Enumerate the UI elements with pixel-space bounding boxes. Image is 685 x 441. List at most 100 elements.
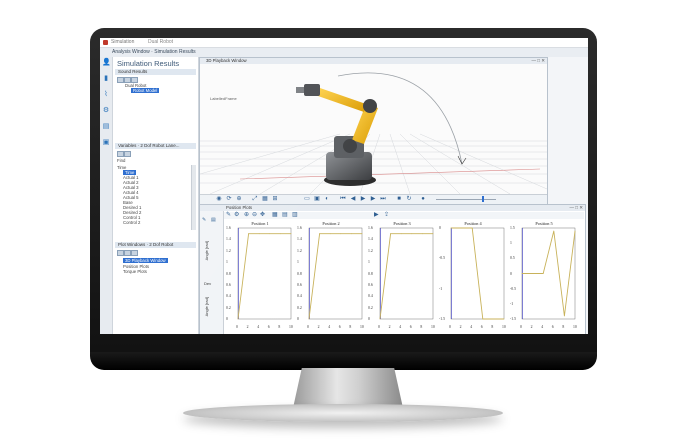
- x-tick-label: 6: [409, 325, 412, 329]
- variables-scrollbar[interactable]: [191, 165, 196, 230]
- loop-icon[interactable]: ↻: [406, 196, 412, 202]
- plot-frame: [379, 227, 434, 320]
- play-icon[interactable]: ▶: [374, 212, 379, 219]
- x-tick-label: 2: [246, 325, 249, 329]
- layers-icon[interactable]: ▤: [102, 123, 110, 130]
- export-icon[interactable]: ⇪: [384, 212, 389, 219]
- file-icon[interactable]: ▮: [102, 75, 110, 82]
- data-point: [493, 318, 494, 320]
- rotate-icon[interactable]: ⟳: [226, 196, 232, 202]
- plot-settings-icon[interactable]: [124, 250, 131, 256]
- section-sound-results[interactable]: Sound Results: [115, 69, 196, 75]
- zoom-icon[interactable]: ⊕: [236, 196, 242, 202]
- pan-icon[interactable]: ✥: [260, 212, 265, 219]
- subplot-canvas: [379, 227, 434, 320]
- data-point: [258, 233, 260, 235]
- data-point: [422, 233, 423, 235]
- person-icon[interactable]: 👤: [102, 59, 111, 66]
- data-point: [461, 227, 462, 229]
- y-tick-label: 1.6: [368, 226, 373, 230]
- grid-icon[interactable]: ▦: [272, 212, 278, 219]
- 3d-playback-window[interactable]: 3D Playback Window — □ ✕ LabelledFrame ◉…: [199, 57, 548, 205]
- subplot-4[interactable]: Position 4 0 -0.5 -1 -1.5 0 2 4 6 8 10: [439, 221, 507, 333]
- data-point: [503, 318, 505, 320]
- subplot-2[interactable]: Position 2 0 0.2 0.4 0.6 0.8 1 1.2 1.4 1.6 0 2 4 6 8 10: [297, 221, 365, 333]
- subplot-3[interactable]: Position 3 0 0.2 0.4 0.6 0.8 1 1.2 1.4 1.6 0 2 4 6 8 10: [368, 221, 436, 333]
- fit-icon[interactable]: ⤢: [252, 196, 258, 202]
- zoom-out-icon[interactable]: ⊖: [252, 212, 257, 219]
- x-tick-label: 0: [520, 325, 522, 329]
- x-tick-label: 10: [360, 325, 364, 329]
- window-icon[interactable]: ▣: [102, 139, 110, 146]
- data-point: [237, 318, 239, 320]
- step-forward-icon[interactable]: ▶: [370, 196, 376, 202]
- y-tick-label: 0.8: [226, 271, 231, 276]
- legend-icon[interactable]: ▤: [282, 212, 288, 219]
- skip-back-icon[interactable]: ⏮: [340, 196, 346, 202]
- subplot-1[interactable]: Position 1 0 0.2 0.4 0.6 0.8 1 1.2 1.4 1.6 0 2 4 6 8 10: [226, 221, 294, 333]
- step-back-icon[interactable]: ◀: [350, 196, 356, 202]
- position-plots-window[interactable]: Position Plots — □ ✕ ✎ ▤ Angle [rad] Dev…: [199, 204, 586, 334]
- open-icon[interactable]: [117, 77, 124, 83]
- floor-grid: [200, 133, 547, 194]
- plot-frame: [237, 227, 292, 320]
- y-tick-label: -0.5: [439, 256, 446, 261]
- plot-window-controls[interactable]: — □ ✕: [570, 205, 584, 211]
- camera-icon[interactable]: ◉: [216, 196, 222, 202]
- skip-forward-icon[interactable]: ⏭: [380, 196, 386, 202]
- plot-window-item[interactable]: 3D Playback Window: [123, 258, 168, 263]
- graph-icon[interactable]: ⌇: [102, 91, 110, 98]
- zoom-in-icon[interactable]: ⊕: [244, 212, 249, 219]
- x-tick-label: 4: [541, 325, 544, 329]
- chart-icon[interactable]: ▤: [211, 217, 216, 223]
- 3d-scene[interactable]: [200, 64, 547, 194]
- transparency-icon[interactable]: ◐: [324, 196, 330, 202]
- plot-toolbar: ✎ ⚙ ⊕ ⊖ ✥ ▦ ▤ ▥ ▶ ⇪: [224, 212, 584, 219]
- record-icon[interactable]: ●: [420, 196, 426, 202]
- y-tick-label: 1: [297, 260, 299, 265]
- x-tick-label: 4: [328, 325, 331, 329]
- pencil-icon[interactable]: ✎: [202, 217, 206, 223]
- gear-icon[interactable]: ⚙: [102, 107, 110, 114]
- section-plot-windows[interactable]: Plot Windows · 2 Dof Robot: [115, 242, 196, 248]
- play-icon[interactable]: ▶: [360, 196, 366, 202]
- edit-icon[interactable]: ✎: [226, 212, 231, 219]
- time-slider-thumb[interactable]: [482, 196, 484, 202]
- stop-icon[interactable]: ■: [396, 196, 402, 202]
- settings-icon[interactable]: ⚙: [234, 212, 239, 219]
- data-point: [280, 233, 281, 235]
- x-tick-label: 6: [338, 325, 341, 329]
- x-tick-label: 10: [573, 325, 577, 329]
- tree-item-robot-model[interactable]: Robot Model: [131, 88, 160, 93]
- app-icon: [103, 40, 108, 45]
- data-point: [542, 273, 544, 274]
- new-plot-icon[interactable]: [117, 250, 124, 256]
- grid-icon[interactable]: ▦: [262, 196, 268, 202]
- y-tick-label: -1.5: [510, 317, 517, 321]
- y-tick-label: 1.2: [226, 248, 231, 253]
- frame-icon[interactable]: ▭: [304, 196, 310, 202]
- x-tick-label: 6: [480, 325, 483, 329]
- subplot-5[interactable]: Position 5 1.5 1 0.5 0 -0.5 -1 -1.5 0 2 4 6 8 10: [510, 221, 578, 333]
- y-tick-label: 0.2: [368, 305, 373, 310]
- x-tick-label: 8: [349, 325, 352, 329]
- data-point: [553, 230, 555, 232]
- x-tick-label: 2: [317, 325, 320, 329]
- sort-icon[interactable]: [124, 151, 131, 157]
- subplot-canvas: [521, 227, 576, 320]
- table-icon[interactable]: ▥: [292, 212, 298, 219]
- plot-frame: [308, 227, 363, 320]
- tab-analysis-window[interactable]: Analysis Window · Simulation Results: [112, 49, 196, 55]
- y-tick-label: 0.2: [297, 305, 302, 310]
- variable-item[interactable]: Control 2: [123, 220, 140, 225]
- plot-delete-icon[interactable]: [131, 250, 138, 256]
- y-tick-label: -1: [510, 301, 514, 306]
- time-slider[interactable]: [436, 199, 496, 200]
- plot-window-item[interactable]: Torque Plots: [123, 269, 147, 274]
- section-variables[interactable]: Variables · 2 Dof Robot Lane...: [115, 143, 196, 149]
- x-tick-label: 10: [431, 325, 435, 329]
- data-point: [248, 233, 249, 235]
- filter-icon[interactable]: [117, 151, 124, 157]
- view-icon[interactable]: ▣: [314, 196, 320, 202]
- axes-icon[interactable]: ⊞: [272, 196, 278, 202]
